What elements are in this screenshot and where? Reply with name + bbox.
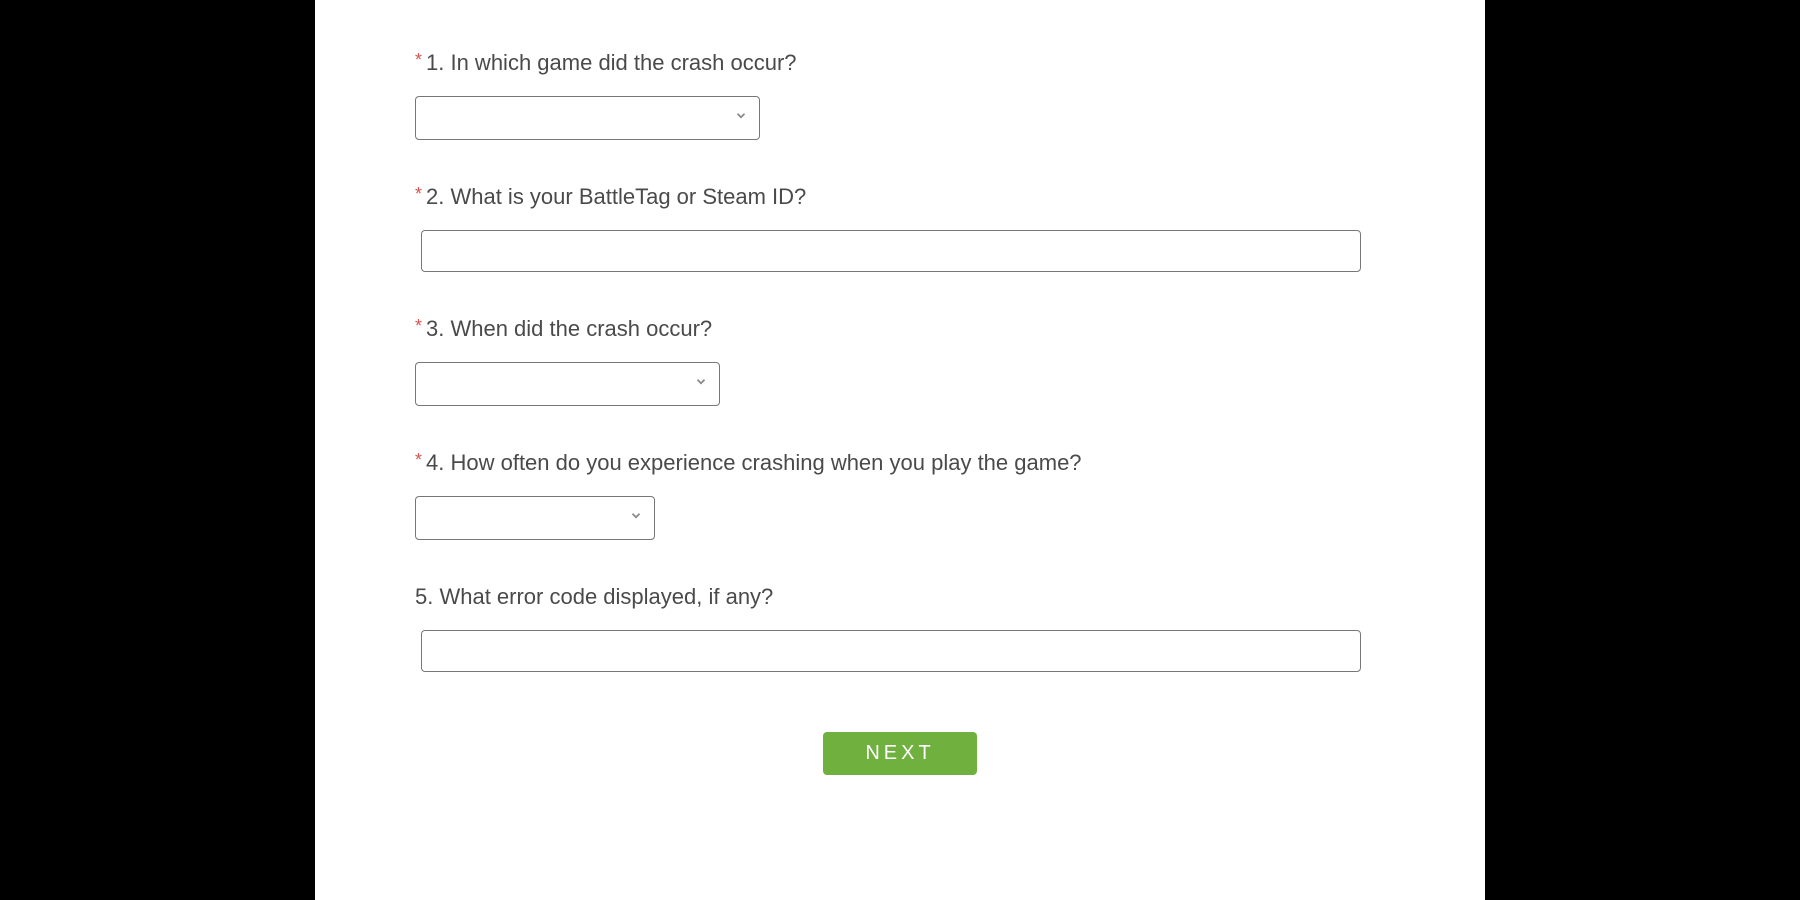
question-1-label: *1. In which game did the crash occur? [415,50,1385,76]
button-row: NEXT [415,732,1385,775]
question-3-label: *3. When did the crash occur? [415,316,1385,342]
required-star: * [415,450,422,470]
battletag-input[interactable] [421,230,1361,272]
crash-frequency-select[interactable] [415,496,655,540]
question-5-label: 5. What error code displayed, if any? [415,584,1385,610]
crash-time-select[interactable] [415,362,720,406]
question-3-select-wrapper [415,362,720,406]
question-4-select-wrapper [415,496,655,540]
question-2-text: 2. What is your BattleTag or Steam ID? [426,184,806,209]
game-select[interactable] [415,96,760,140]
question-1-select-wrapper [415,96,760,140]
question-1-text: 1. In which game did the crash occur? [426,50,797,75]
question-3: *3. When did the crash occur? [415,316,1385,406]
error-code-input[interactable] [421,630,1361,672]
question-3-text: 3. When did the crash occur? [426,316,712,341]
required-star: * [415,316,422,336]
question-2-label: *2. What is your BattleTag or Steam ID? [415,184,1385,210]
required-star: * [415,184,422,204]
question-4: *4. How often do you experience crashing… [415,450,1385,540]
question-5-text: 5. What error code displayed, if any? [415,584,773,609]
question-1: *1. In which game did the crash occur? [415,50,1385,140]
question-5: 5. What error code displayed, if any? [415,584,1385,672]
form-container: *1. In which game did the crash occur? *… [315,0,1485,900]
question-4-text: 4. How often do you experience crashing … [426,450,1082,475]
question-4-label: *4. How often do you experience crashing… [415,450,1385,476]
next-button[interactable]: NEXT [823,732,976,775]
question-2: *2. What is your BattleTag or Steam ID? [415,184,1385,272]
required-star: * [415,50,422,70]
